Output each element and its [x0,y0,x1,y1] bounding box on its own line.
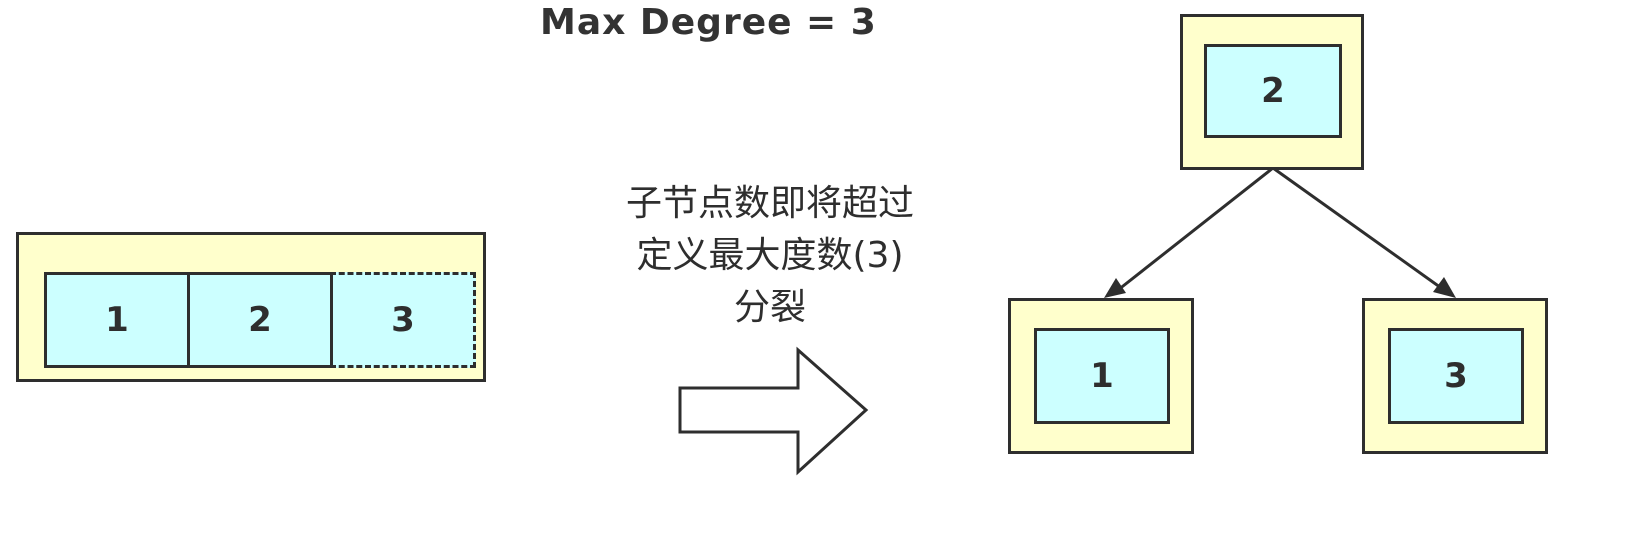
left-child-key: 1 [1034,328,1170,424]
edge-root-to-left [1117,166,1274,292]
right-child-key: 3 [1388,328,1524,424]
diagram-lines [678,166,1456,476]
edge-root-to-right [1272,166,1445,292]
root-node-key: 2 [1204,44,1342,138]
split-arrow-icon [678,346,869,476]
edge-right-arrowhead-icon [1433,277,1456,298]
